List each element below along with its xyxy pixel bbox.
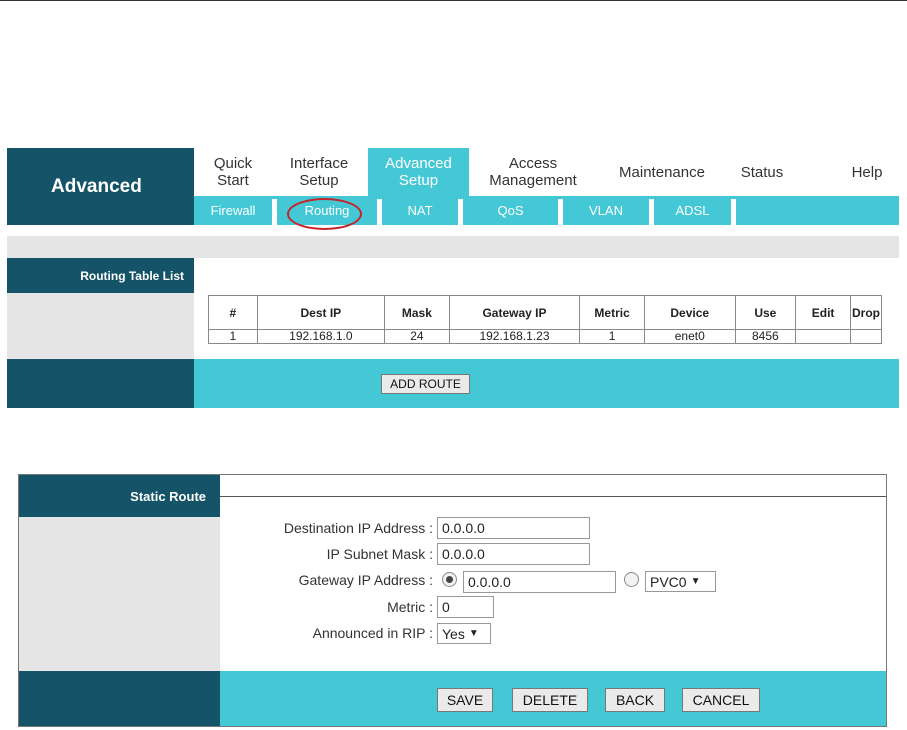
table-row: 1 192.168.1.0 24 192.168.1.23 1 enet0 84… (208, 329, 882, 344)
cell-device: enet0 (643, 329, 736, 344)
table-header-row: # Dest IP Mask Gateway IP Metric Device … (208, 295, 882, 330)
left-footer-block (19, 671, 220, 726)
dest-ip-input[interactable] (437, 517, 590, 539)
left-gray-column (7, 293, 194, 359)
gateway-ip-radio[interactable] (442, 572, 457, 587)
left-gray-column (19, 517, 220, 671)
nav-label-line1: Interface (289, 155, 349, 172)
nav-help[interactable]: Help (843, 148, 891, 196)
gateway-pvc-radio[interactable] (624, 572, 639, 587)
col-header-gateway-ip: Gateway IP (448, 295, 581, 330)
static-route-section-title: Static Route (19, 475, 220, 517)
nav-label-line1: Advanced (385, 155, 452, 172)
main-nav: Quick Start Interface Setup Advanced Set… (194, 148, 899, 196)
panel-top-rule (220, 496, 886, 497)
nav-label: Status (740, 163, 784, 181)
announced-rip-value: Yes (442, 625, 465, 642)
pvc-select-value: PVC0 (650, 573, 687, 590)
left-footer-block (7, 359, 194, 408)
routing-table-section-title: Routing Table List (7, 258, 194, 293)
nav-label-line2: Setup (299, 172, 339, 189)
col-header-use: Use (734, 295, 797, 330)
cancel-button[interactable]: CANCEL (682, 688, 760, 712)
col-header-index: # (208, 295, 258, 330)
nav-quick-start[interactable]: Quick Start (202, 148, 264, 196)
pvc-select[interactable]: PVC0 ▼ (645, 571, 716, 592)
subnav-vlan[interactable]: VLAN (563, 196, 649, 225)
subnet-mask-input[interactable] (437, 543, 590, 565)
nav-label-line1: Access (508, 155, 558, 172)
col-header-device: Device (643, 295, 736, 330)
nav-label-line2: Management (489, 172, 577, 189)
nav-label-line1: Quick (213, 155, 253, 172)
subnav-qos[interactable]: QoS (463, 196, 558, 225)
col-header-edit: Edit (795, 295, 851, 330)
gateway-ip-input[interactable] (463, 571, 616, 593)
cell-gateway-ip: 192.168.1.23 (448, 329, 581, 344)
nav-label: Help (851, 163, 883, 181)
col-header-mask: Mask (384, 295, 450, 330)
top-divider (0, 0, 907, 1)
nav-maintenance[interactable]: Maintenance (606, 148, 718, 196)
dest-ip-label: Destination IP Address : (283, 520, 433, 536)
nav-label-line2: Start (217, 172, 249, 189)
cell-drop[interactable] (850, 329, 882, 344)
announced-rip-label: Announced in RIP : (312, 625, 433, 641)
nav-access-management[interactable]: Access Management (479, 148, 587, 196)
routing-footer-bar (194, 359, 899, 408)
cell-metric: 1 (579, 329, 645, 344)
subnav-separator (731, 199, 736, 225)
metric-input[interactable] (437, 596, 494, 618)
subnav-adsl[interactable]: ADSL (654, 196, 731, 225)
subnav-nat[interactable]: NAT (382, 196, 458, 225)
routing-highlight-ring (287, 198, 362, 230)
col-header-metric: Metric (579, 295, 645, 330)
nav-label: Maintenance (619, 163, 705, 181)
cell-index: 1 (208, 329, 258, 344)
col-header-drop: Drop (850, 295, 882, 330)
add-route-button[interactable]: ADD ROUTE (381, 374, 470, 394)
col-header-dest-ip: Dest IP (256, 295, 386, 330)
cell-use: 8456 (734, 329, 797, 344)
announced-rip-select[interactable]: Yes ▼ (437, 623, 491, 644)
cell-dest-ip: 192.168.1.0 (256, 329, 386, 344)
nav-label-line2: Setup (398, 172, 439, 189)
nav-advanced-setup[interactable]: Advanced Setup (368, 148, 469, 196)
cell-edit[interactable] (795, 329, 851, 344)
chevron-down-icon: ▼ (690, 576, 701, 587)
routing-table: # Dest IP Mask Gateway IP Metric Device … (208, 295, 882, 344)
save-button[interactable]: SAVE (437, 688, 493, 712)
subnet-mask-label: IP Subnet Mask : (326, 546, 433, 562)
gray-spacer-bar (7, 236, 899, 258)
gateway-ip-label: Gateway IP Address : (298, 572, 433, 588)
subnav-firewall[interactable]: Firewall (194, 196, 272, 225)
back-button[interactable]: BACK (605, 688, 665, 712)
nav-interface-setup[interactable]: Interface Setup (280, 148, 358, 196)
brand-label: Advanced (7, 148, 194, 225)
metric-label: Metric : (387, 599, 433, 615)
delete-button[interactable]: DELETE (512, 688, 588, 712)
nav-status[interactable]: Status (730, 148, 794, 196)
cell-mask: 24 (384, 329, 450, 344)
chevron-down-icon: ▼ (468, 628, 479, 639)
